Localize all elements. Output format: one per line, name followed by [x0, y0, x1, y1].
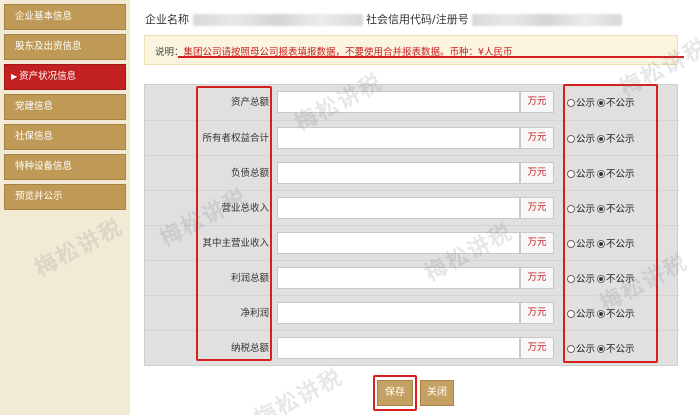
- unit-label: 万元: [520, 267, 554, 289]
- radio-private-label: 不公示: [606, 98, 635, 109]
- radio-private-label: 不公示: [606, 134, 635, 145]
- radio-public-label: 公示: [576, 98, 596, 109]
- sidebar-item-label: 党建信息: [15, 101, 54, 112]
- visibility-radio-group: 公示 不公示: [567, 306, 635, 320]
- amount-input[interactable]: [277, 162, 520, 184]
- unit-label: 万元: [520, 162, 554, 184]
- visibility-radio-group: 公示 不公示: [567, 166, 635, 180]
- form-row: 资产总额 万元 公示 不公示: [145, 85, 679, 119]
- radio-private-label: 不公示: [606, 239, 635, 250]
- radio-private[interactable]: [597, 275, 606, 283]
- radio-public-label: 公示: [576, 204, 596, 215]
- redacted-company-name: [192, 14, 363, 26]
- sidebar-item-assets[interactable]: ▶ 资产状况信息: [4, 64, 126, 90]
- form-row: 负债总额 万元 公示 不公示: [145, 155, 679, 189]
- visibility-radio-group: 公示 不公示: [567, 131, 635, 145]
- redacted-credit-code: [472, 14, 623, 26]
- radio-public-label: 公示: [576, 344, 596, 355]
- sidebar-item-shareholders[interactable]: 股东及出资信息: [4, 34, 126, 60]
- sidebar-item-label: 社保信息: [15, 131, 54, 142]
- amount-input[interactable]: [277, 267, 520, 289]
- main-content: 企业名称 社会信用代码/注册号 说明：集团公司请按照母公司报表填报数据，不要使用…: [140, 0, 700, 415]
- field-label: 所有者权益合计: [202, 133, 269, 144]
- field-label: 纳税总额: [230, 343, 269, 354]
- sidebar-item-special-equipment[interactable]: 特种设备信息: [4, 154, 126, 180]
- unit-label: 万元: [520, 232, 554, 254]
- unit-label: 万元: [520, 197, 554, 219]
- annotation-underline: [178, 56, 684, 58]
- amount-input[interactable]: [277, 91, 520, 113]
- sidebar-item-label: 特种设备信息: [15, 161, 73, 172]
- radio-private-label: 不公示: [606, 169, 635, 180]
- form-row: 利润总额 万元 公示 不公示: [145, 260, 679, 294]
- visibility-radio-group: 公示 不公示: [567, 201, 635, 215]
- radio-private[interactable]: [597, 170, 606, 178]
- company-header: 企业名称 社会信用代码/注册号: [145, 11, 685, 29]
- sidebar-item-basic-info[interactable]: 企业基本信息: [4, 4, 126, 30]
- radio-public-label: 公示: [576, 134, 596, 145]
- radio-private[interactable]: [597, 135, 606, 143]
- sidebar-item-social-security[interactable]: 社保信息: [4, 124, 126, 150]
- form-row: 所有者权益合计 万元 公示 不公示: [145, 120, 679, 154]
- sidebar-item-party[interactable]: 党建信息: [4, 94, 126, 120]
- amount-input[interactable]: [277, 302, 520, 324]
- visibility-radio-group: 公示 不公示: [567, 95, 635, 109]
- radio-public-label: 公示: [576, 309, 596, 320]
- unit-label: 万元: [520, 302, 554, 324]
- visibility-radio-group: 公示 不公示: [567, 236, 635, 250]
- amount-input[interactable]: [277, 232, 520, 254]
- radio-private-label: 不公示: [606, 309, 635, 320]
- radio-private[interactable]: [597, 205, 606, 213]
- sidebar-item-label: 预览并公示: [15, 191, 63, 202]
- radio-public[interactable]: [567, 345, 575, 353]
- radio-public[interactable]: [567, 170, 575, 178]
- company-name-label: 企业名称: [145, 13, 189, 26]
- field-label: 负债总额: [230, 168, 269, 179]
- form-row: 营业总收入 万元 公示 不公示: [145, 190, 679, 224]
- credit-code-label: 社会信用代码/注册号: [366, 13, 469, 26]
- notice-banner: 说明：集团公司请按照母公司报表填报数据，不要使用合并报表数据。币种：¥人民币: [144, 35, 678, 65]
- radio-public[interactable]: [567, 99, 575, 107]
- field-label: 营业总收入: [221, 203, 269, 214]
- form-row: 纳税总额 万元 公示 不公示: [145, 330, 679, 364]
- radio-private-label: 不公示: [606, 204, 635, 215]
- radio-public-label: 公示: [576, 274, 596, 285]
- radio-public[interactable]: [567, 310, 575, 318]
- field-label: 其中主营业收入: [202, 238, 269, 249]
- amount-input[interactable]: [277, 197, 520, 219]
- radio-public-label: 公示: [576, 169, 596, 180]
- form-row: 净利润 万元 公示 不公示: [145, 295, 679, 329]
- radio-private[interactable]: [597, 310, 606, 318]
- radio-private-label: 不公示: [606, 274, 635, 285]
- radio-public-label: 公示: [576, 239, 596, 250]
- radio-public[interactable]: [567, 275, 575, 283]
- radio-private[interactable]: [597, 345, 606, 353]
- form-row: 其中主营业收入 万元 公示 不公示: [145, 225, 679, 259]
- radio-public[interactable]: [567, 205, 575, 213]
- visibility-radio-group: 公示 不公示: [567, 341, 635, 355]
- amount-input[interactable]: [277, 127, 520, 149]
- unit-label: 万元: [520, 127, 554, 149]
- close-button[interactable]: 关闭: [420, 380, 454, 406]
- amount-input[interactable]: [277, 337, 520, 359]
- visibility-radio-group: 公示 不公示: [567, 271, 635, 285]
- sidebar-item-label: 资产状况信息: [19, 71, 77, 82]
- unit-label: 万元: [520, 337, 554, 359]
- sidebar-item-label: 企业基本信息: [15, 11, 73, 22]
- radio-public[interactable]: [567, 240, 575, 248]
- field-label: 净利润: [240, 308, 269, 319]
- radio-private[interactable]: [597, 99, 606, 107]
- financial-form: 资产总额 万元 公示 不公示 所有者权益合计 万元 公示 不公示 负债总额 万元 公示 不公示 营业总收…: [144, 84, 679, 366]
- radio-public[interactable]: [567, 135, 575, 143]
- save-button[interactable]: 保存: [377, 380, 413, 406]
- sidebar: 企业基本信息 股东及出资信息 ▶ 资产状况信息 党建信息 社保信息 特种设备信息 …: [0, 0, 130, 415]
- caret-right-icon: ▶: [11, 72, 18, 81]
- field-label: 利润总额: [230, 273, 269, 284]
- radio-private-label: 不公示: [606, 344, 635, 355]
- unit-label: 万元: [520, 91, 554, 113]
- field-label: 资产总额: [230, 97, 269, 108]
- sidebar-item-label: 股东及出资信息: [15, 41, 82, 52]
- sidebar-item-preview[interactable]: 预览并公示: [4, 184, 126, 210]
- radio-private[interactable]: [597, 240, 606, 248]
